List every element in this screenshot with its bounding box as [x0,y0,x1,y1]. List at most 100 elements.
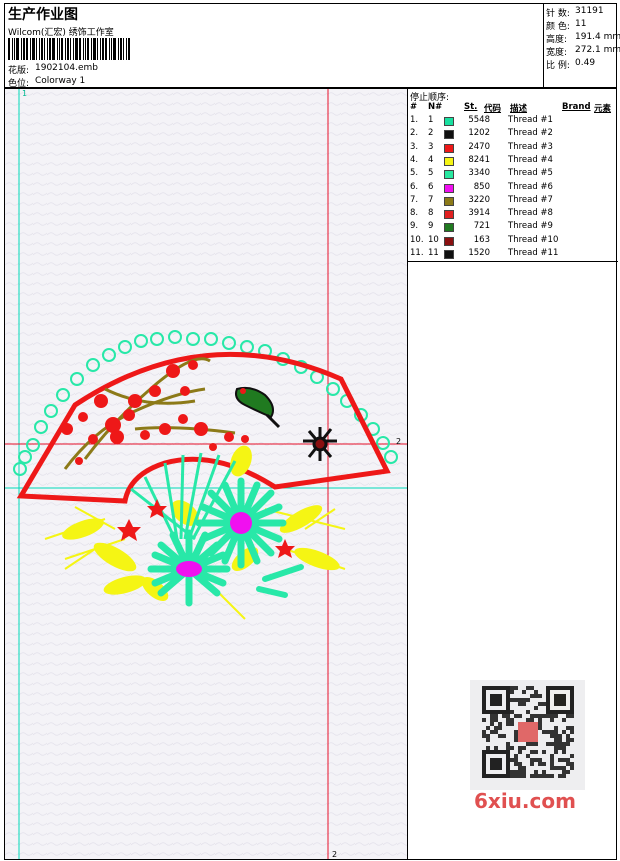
height-value: 191.4 mm [575,32,620,42]
qr-module [498,722,502,726]
qr-module [554,714,558,718]
barcode-bar [83,38,84,60]
thread-color-swatch [444,223,454,233]
panel-divider [408,261,618,262]
qr-module [550,742,554,746]
barcode-bar [30,38,31,60]
barcode-bar [12,38,13,60]
qr-module [546,714,550,718]
qr-module [510,770,514,774]
row-index: 7. [410,194,419,205]
barcode-bar [23,38,25,60]
stitch-count-value: 31191 [575,6,604,16]
qr-module [522,766,526,770]
guide-label-bottom: 2 [332,850,337,859]
qr-module [534,690,538,694]
qr-code [470,680,585,790]
qr-module [558,734,562,738]
row-description: Thread #11 [508,248,559,258]
thread-color-swatch [444,250,454,259]
qr-module [498,726,502,730]
qr-module [534,770,538,774]
qr-module [566,762,570,766]
qr-module [514,698,518,702]
row-index: 3. [410,141,419,152]
qr-module [562,774,566,778]
thread-color-swatch [444,210,454,220]
qr-module [538,722,542,726]
qr-module [554,766,558,770]
thread-color-swatch [444,143,454,153]
row-index: 9. [410,221,419,232]
width-label: 宽度: [546,48,568,58]
barcode-bar [49,38,51,60]
qr-module [522,698,526,702]
qr-module [530,750,534,754]
qr-module [502,734,506,738]
qr-module [518,750,522,754]
row-stitches: 850 [473,181,490,192]
col-description: 描述 [510,104,528,114]
row-description: Thread #1 [508,115,553,125]
guide-label-top-left: 1 [22,89,27,98]
qr-module [494,730,498,734]
barcode-bar [47,38,48,60]
qr-code-svg [482,686,574,778]
row-index: 10. [410,234,424,245]
barcode-bar [113,38,116,60]
daisy-left [147,529,231,607]
thread-row: 1. 1 5548 Thread #1 [408,115,618,128]
qr-module [542,750,546,754]
col-code: 代码 [484,104,502,114]
qr-module [562,742,566,746]
barcode-bar [16,38,19,60]
qr-module [514,754,518,758]
qr-module [542,730,546,734]
embroidery-preview-svg: 1 2 2 [5,89,407,859]
qr-module [518,714,522,718]
barcode-bar [126,38,127,60]
qr-module [570,762,574,766]
qr-module [550,730,554,734]
qr-module [530,714,534,718]
qr-module [498,734,502,738]
qr-module [562,758,566,762]
barcode-bar [109,38,110,60]
row-description: Thread #9 [508,221,553,232]
scale-value: 0.49 [575,58,596,68]
thread-row: 8. 8 3914 Thread #8 [408,208,618,221]
row-needle: 8 [428,208,434,219]
qr-module [538,702,542,706]
barcode-bar [105,38,107,60]
thread-color-swatch [444,236,454,246]
qr-module [566,714,570,718]
barcode-bar [26,38,28,60]
barcode-bar [91,38,92,60]
qr-module [530,694,534,698]
barcode-bar [59,38,60,60]
barcode-bar [102,38,104,60]
qr-module [506,742,510,746]
qr-module [570,754,574,758]
qr-module [566,758,570,762]
row-description: Thread #2 [508,128,553,139]
row-stitches: 163 [473,234,490,245]
qr-module [566,734,570,738]
barcode-bar [118,38,119,60]
row-stitches: 8241 [468,154,490,165]
stats-panel: 针 数: 31191 颜 色: 11 高度: 191.4 mm 宽度: 272.… [543,4,620,89]
qr-module [490,718,494,722]
qr-module [522,770,526,774]
qr-module [538,774,542,778]
barcode-bar [57,38,58,60]
row-description: Thread #4 [508,154,553,165]
design-filename: 1902104.emb [35,63,98,73]
barcode-bar [36,38,37,60]
barcode-bar [93,38,96,60]
qr-module [542,774,546,778]
qr-module [562,730,566,734]
col-index: # [410,102,418,112]
stop-sequence-header: # N# St. 代码 描述 Brand 元素 [408,102,618,115]
qr-module [538,718,542,722]
thread-color-swatch [444,183,454,193]
